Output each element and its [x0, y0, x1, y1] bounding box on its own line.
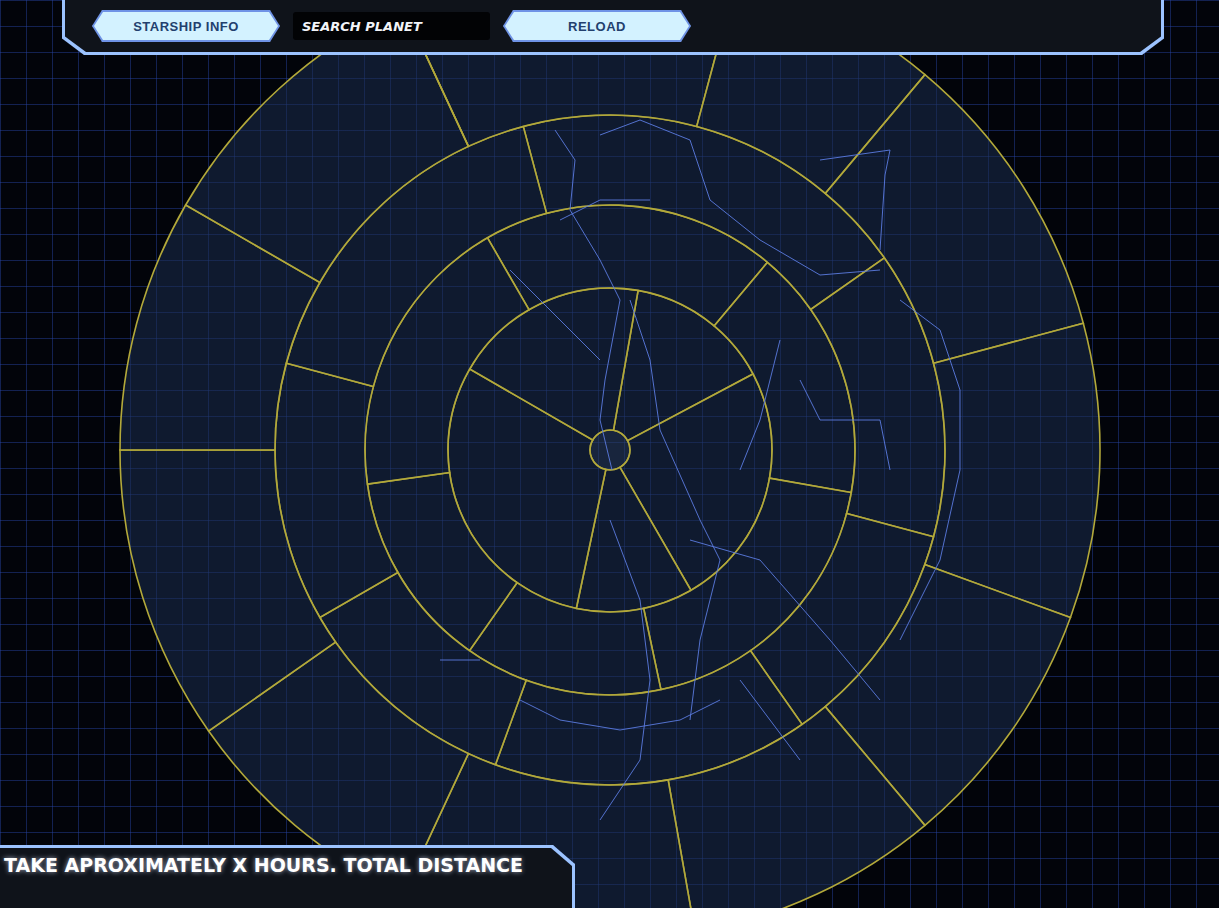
route-line: [740, 340, 780, 470]
route-line: [520, 700, 720, 730]
top-toolbar: STARSHIP INFO RELOAD: [62, 0, 1164, 55]
route-line: [900, 300, 960, 640]
map-sector[interactable]: [825, 75, 1083, 364]
route-line: [510, 270, 600, 360]
route-line: [560, 200, 650, 220]
toolbar-button[interactable]: RELOAD: [503, 10, 691, 42]
search-planet-field[interactable]: [293, 12, 490, 40]
route-line: [740, 680, 800, 760]
toolbar-button[interactable]: STARSHIP INFO: [92, 10, 280, 42]
route-line: [440, 660, 480, 661]
route-line: [800, 380, 890, 470]
route-line: [600, 520, 650, 820]
button-label: RELOAD: [505, 12, 689, 40]
route-line: [690, 540, 880, 700]
status-bar: TAKE APROXIMATELY X HOURS. TOTAL DISTANC…: [0, 845, 575, 908]
route-line: [630, 300, 720, 720]
status-inner: TAKE APROXIMATELY X HOURS. TOTAL DISTANC…: [0, 848, 572, 908]
star-map-screen: STARSHIP INFO RELOAD TAKE APROXIMATELY X H…: [0, 0, 1219, 908]
button-label: STARSHIP INFO: [94, 12, 278, 40]
map-sector[interactable]: [120, 450, 336, 731]
route-line: [820, 150, 890, 250]
star-map[interactable]: [0, 0, 1219, 908]
toolbar-inner: STARSHIP INFO RELOAD: [65, 0, 1161, 52]
route-line: [555, 130, 620, 470]
status-text: TAKE APROXIMATELY X HOURS. TOTAL DISTANC…: [4, 854, 542, 876]
route-line: [600, 120, 880, 275]
map-sector[interactable]: [668, 707, 925, 908]
